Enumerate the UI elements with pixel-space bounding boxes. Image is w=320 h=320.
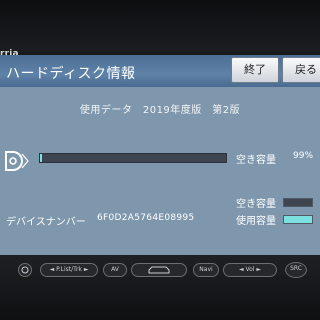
data-version-text: 使用データ 2019年度版 第2版	[79, 105, 241, 116]
hard-disk-icon	[5, 151, 29, 171]
title-bar: ハードディスク情報 終了 戻る	[0, 55, 320, 87]
device-bezel-top	[0, 0, 320, 52]
back-button[interactable]: 戻る	[282, 57, 320, 83]
legend-free-label: 空き容量	[236, 199, 276, 210]
usage-bar	[39, 153, 227, 163]
navi-button[interactable]: Navi	[193, 263, 219, 277]
volume-button[interactable]: ◄ Vol ►	[223, 263, 277, 277]
device-number-label: デバイスナンバー	[6, 217, 86, 228]
legend-free-swatch	[283, 198, 313, 207]
plist-track-button[interactable]: ◄ P.List/Trk ►	[40, 263, 98, 277]
free-space-value: 99%	[293, 151, 314, 161]
legend-used-swatch	[283, 215, 313, 224]
end-button[interactable]: 終了	[231, 57, 279, 83]
device-number-value: 6F0D2A5764E08995	[97, 213, 195, 223]
page-title: ハードディスク情報	[6, 66, 136, 82]
src-button[interactable]: SRC	[285, 262, 307, 278]
power-button[interactable]	[18, 263, 32, 277]
usage-bar-fill	[40, 154, 42, 162]
power-icon	[21, 266, 29, 274]
legend-used-label: 使用容量	[236, 216, 276, 227]
free-space-label: 空き容量	[236, 155, 276, 166]
car-button[interactable]	[131, 263, 187, 277]
av-button[interactable]: AV	[103, 263, 127, 277]
screen: ハードディスク情報 終了 戻る 使用データ 2019年度版 第2版 空き容量 9…	[0, 55, 320, 255]
car-icon	[148, 266, 170, 274]
